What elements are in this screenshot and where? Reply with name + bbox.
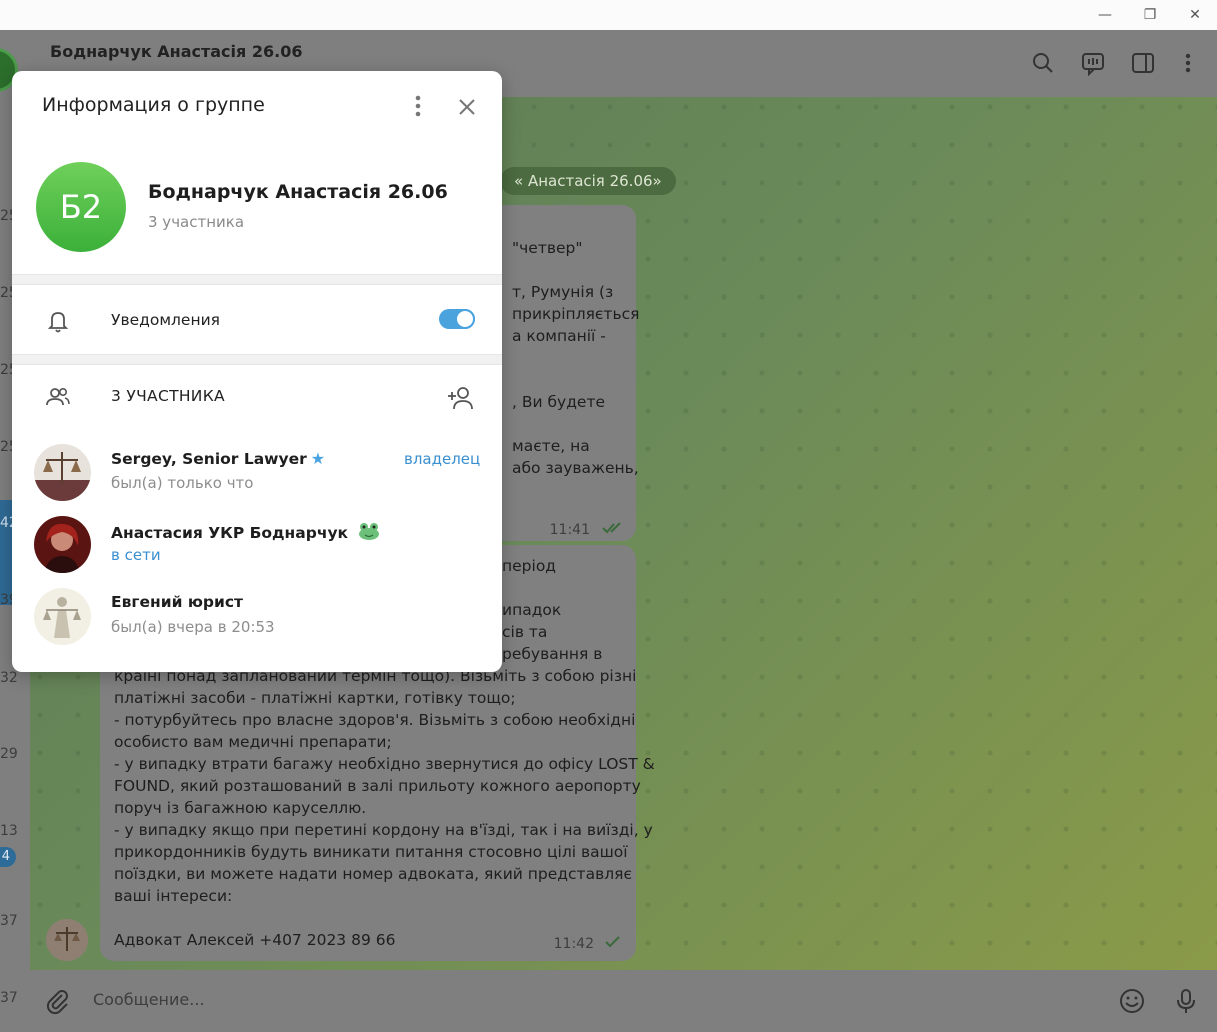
message-line: платіжні засоби - платіжні картки, готів… <box>114 689 516 707</box>
emoji-icon[interactable] <box>1118 987 1146 1015</box>
add-member-icon[interactable] <box>446 383 476 413</box>
more-vertical-icon[interactable] <box>1175 50 1201 76</box>
notifications-label: Уведомления <box>111 311 220 329</box>
member-status: в сети <box>111 546 161 564</box>
group-info-dialog: Информация о группе Б2 Боднарчук Анастас… <box>12 71 502 672</box>
message-line: т, Румунія (з <box>512 283 614 301</box>
member-name-text: Sergey, Senior Lawyer <box>111 450 307 468</box>
chat-time: 32 <box>0 670 18 686</box>
dialog-title: Информация о группе <box>42 94 265 116</box>
member-name: Евгений юрист <box>111 593 244 611</box>
message-line: поруч із багажною каруселлю. <box>114 799 367 817</box>
group-name: Боднарчук Анастасія 26.06 <box>148 181 448 203</box>
message-line: ваші інтереси: <box>114 887 233 905</box>
message-line: ипадок <box>502 601 562 619</box>
message-time: 11:41 <box>549 522 590 538</box>
message-line: період <box>502 557 557 575</box>
member-status: был(а) вчера в 20:53 <box>111 618 275 636</box>
group-member-count: 3 участника <box>148 213 245 231</box>
message-line: поїздки, ви можете надати номер адвоката… <box>114 865 632 883</box>
section-divider <box>12 354 502 365</box>
message-line: - потурбуйтесь про власне здоров'я. Візь… <box>114 711 636 729</box>
message-line: ребування в <box>502 645 603 663</box>
message-line: FOUND, який розташований в залі прильоту… <box>114 777 641 795</box>
chat-time: 37 <box>0 990 18 1006</box>
maximize-button[interactable]: ❐ <box>1135 4 1165 26</box>
window-titlebar: — ❐ ✕ <box>0 0 1217 30</box>
message-line: особисто вам медичні препарати; <box>114 733 392 751</box>
message-line: , Ви будете <box>512 393 606 411</box>
frog-icon <box>358 523 379 540</box>
microphone-icon[interactable] <box>1172 987 1200 1015</box>
section-divider <box>12 274 502 285</box>
message-line: сів та <box>502 623 548 641</box>
members-header: 3 УЧАСТНИКА <box>111 387 225 405</box>
message-composer: Сообщение... <box>30 970 1217 1032</box>
unread-badge: 4 <box>0 847 16 867</box>
close-icon[interactable] <box>453 93 481 121</box>
member-name: Анастасия УКР Боднарчук <box>111 521 381 542</box>
more-vertical-icon[interactable] <box>408 91 428 121</box>
users-icon <box>46 388 70 406</box>
chat-time: 13 <box>0 823 18 839</box>
message-line: прикордонників будуть виникати питання с… <box>114 843 628 861</box>
avatar <box>34 444 91 501</box>
toggle-knob <box>455 309 475 329</box>
star-icon: ★ <box>310 449 326 468</box>
message-line: - у випадку втрати багажу необхідно звер… <box>114 755 655 773</box>
chat-time: 37 <box>0 913 18 929</box>
bell-icon <box>47 312 69 333</box>
window-close-button[interactable]: ✕ <box>1180 4 1210 26</box>
search-icon[interactable] <box>1030 50 1056 76</box>
message-input[interactable]: Сообщение... <box>93 990 205 1009</box>
member-name: Sergey, Senior Lawyer ★ <box>111 449 325 468</box>
message-time: 11:42 <box>553 936 594 952</box>
avatar <box>34 588 91 645</box>
check-icon <box>605 936 620 948</box>
chat-title[interactable]: Боднарчук Анастасія 26.06 <box>50 42 302 61</box>
member-name-text: Анастасия УКР Боднарчук <box>111 524 349 542</box>
message-line: - у випадку якщо при перетині кордону на… <box>114 821 653 839</box>
double-check-icon <box>602 522 621 534</box>
service-message-chip: « Анастасія 26.06» <box>500 167 676 195</box>
member-row[interactable]: Sergey, Senior Lawyer ★ был(а) только что… <box>12 441 502 511</box>
notifications-toggle[interactable] <box>439 309 475 329</box>
minimize-button[interactable]: — <box>1090 4 1120 26</box>
message-line: маєте, на <box>512 437 590 455</box>
member-row[interactable]: Анастасия УКР Боднарчук в сети <box>12 513 502 583</box>
video-chat-icon[interactable] <box>1080 50 1106 76</box>
message-line: Адвокат Алексей +407 2023 89 66 <box>114 931 396 949</box>
member-status: был(а) только что <box>111 474 254 492</box>
group-avatar[interactable]: Б2 <box>36 162 126 252</box>
avatar <box>34 516 91 573</box>
sidebar-toggle-icon[interactable] <box>1130 50 1156 76</box>
message-line: а компанії - <box>512 327 606 345</box>
message-line: або зауважень, <box>512 459 639 477</box>
member-row[interactable]: Евгений юрист был(а) вчера в 20:53 <box>12 585 502 655</box>
owner-role-label: владелец <box>404 450 481 468</box>
attach-icon[interactable] <box>44 987 72 1015</box>
chat-time: 29 <box>0 746 18 762</box>
message-line: прикріпляється <box>512 305 640 323</box>
message-line: "четвер" <box>512 239 583 257</box>
avatar[interactable] <box>46 919 88 961</box>
